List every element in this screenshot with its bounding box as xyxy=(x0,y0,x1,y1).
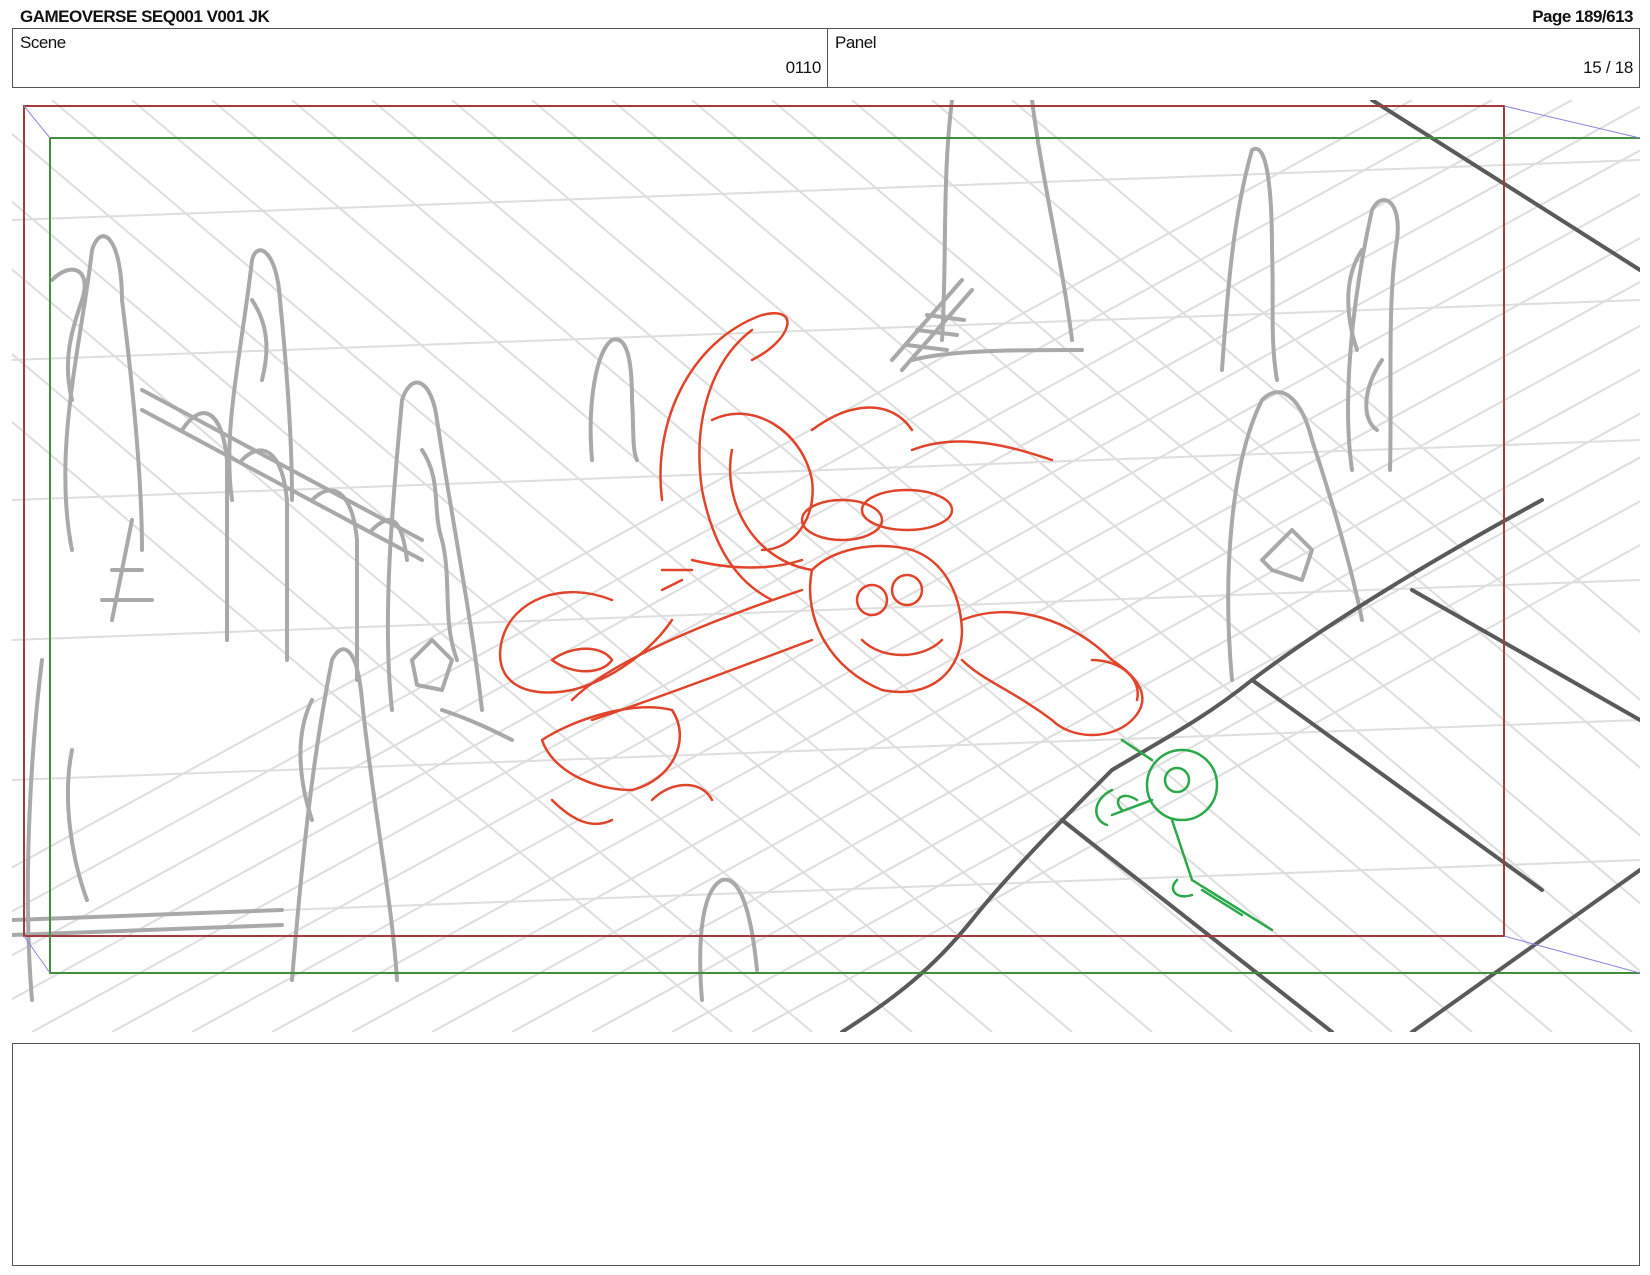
scene-box: Scene 0110 xyxy=(12,28,828,88)
notes-area xyxy=(12,1043,1640,1266)
green-rough-character xyxy=(1095,738,1274,932)
scene-number: 0110 xyxy=(785,58,822,77)
storyboard-title: GAMEOVERSE SEQ001 V001 JK xyxy=(20,7,270,26)
action-safe-frame xyxy=(23,105,1505,937)
panel-number: 15 / 18 xyxy=(1583,58,1633,77)
panel-label: Panel xyxy=(835,33,876,52)
scene-label: Scene xyxy=(20,33,66,52)
storyboard-frame xyxy=(12,100,1640,1032)
red-rough-character xyxy=(498,312,1144,826)
page-number: Page 189/613 xyxy=(1532,7,1633,26)
background-sketch xyxy=(12,100,1400,1002)
sketch-canvas xyxy=(12,100,1640,1032)
panel-box: Panel 15 / 18 xyxy=(827,28,1640,88)
